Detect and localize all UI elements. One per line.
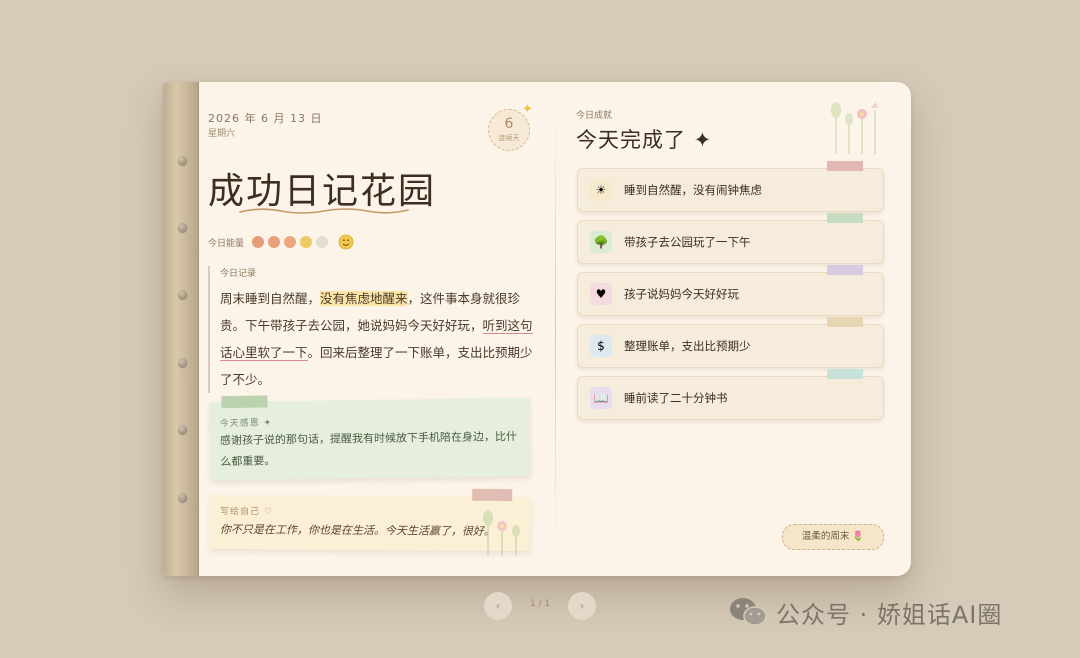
energy-dot[interactable] — [268, 236, 281, 248]
task-text: 睡到自然醒，没有闹钟焦虑 — [624, 183, 762, 197]
record-label: 今日记录 — [220, 269, 257, 279]
wechat-icon — [730, 598, 767, 626]
washi-tape — [472, 488, 513, 501]
task-card[interactable]: 🌳 带孩子去公园玩了一下午 — [577, 213, 884, 264]
left-page: 2026 年 6 月 13 日 星期六 6 连续天 ✦ 成功日记花园 今日能量 — [198, 82, 555, 576]
binder-ring — [178, 358, 187, 367]
diary-date: 2026 年 6 月 13 日 — [208, 112, 323, 125]
gratitude-label: 今天感恩 ✦ — [219, 418, 273, 430]
gratitude-text: 感谢孩子说的那句话，提醒我有时候放下手机陪在身边，比什么都重要。 — [219, 429, 518, 469]
task-text: 孩子说妈妈今天好好玩 — [624, 287, 739, 301]
task-card[interactable]: 📖 睡前读了二十分钟书 — [577, 369, 884, 420]
diary-record: 今日记录 周末睡到自然醒，没有焦虑地醒来，这件事本身就很珍贵。下午带孩子去公园，… — [208, 266, 542, 393]
prev-page-button[interactable]: ‹ — [484, 592, 512, 620]
record-text: 周末睡到自然醒，没有焦虑地醒来，这件事本身就很珍贵。下午带孩子去公园，她说妈妈今… — [220, 285, 542, 393]
watermark-text: 公众号 · 娇姐话AI圈 — [776, 600, 1003, 629]
task-text: 带孩子去公园玩了一下午 — [624, 235, 751, 249]
flower-sprigs-decoration — [483, 510, 520, 556]
washi-tape — [827, 317, 863, 327]
book-icon: 📖 — [590, 387, 612, 409]
highlighted-phrase: 没有焦虑地醒来 — [320, 291, 408, 306]
washi-tape — [221, 395, 268, 409]
energy-label: 今日能量 — [208, 238, 245, 249]
title-underline-squiggle — [239, 208, 409, 214]
watermark: 公众号 · 娇姐话AI圈 — [728, 594, 1002, 630]
money-bag-icon: $ — [590, 335, 612, 357]
weekend-badge: 温柔的周末 🌷 — [782, 524, 884, 550]
streak-count: 6 — [504, 116, 514, 132]
book-spine — [163, 82, 199, 576]
streak-label: 连续天 — [498, 134, 520, 142]
self-note-text: 你不只是在工作，你也是在生活。今天生活赢了，很好。 — [219, 522, 495, 538]
next-page-button[interactable]: › — [568, 592, 596, 620]
self-note-label: 写给自己 ♡ — [220, 506, 274, 518]
diary-weekday: 星期六 — [208, 129, 236, 139]
achievements-label: 今日成就 — [576, 111, 613, 121]
energy-dot[interactable] — [252, 236, 265, 248]
sparkle-icon: ✦ — [522, 102, 533, 117]
tree-icon: 🌳 — [590, 231, 612, 253]
journal-book: 2026 年 6 月 13 日 星期六 6 连续天 ✦ 成功日记花园 今日能量 — [163, 82, 911, 576]
washi-tape — [827, 213, 863, 223]
page-indicator: 1 / 1 — [529, 599, 551, 609]
smiling-face-with-tear-icon — [338, 234, 354, 250]
binder-ring — [178, 156, 187, 165]
binder-ring — [178, 223, 187, 232]
energy-dot[interactable] — [316, 236, 329, 248]
energy-dot[interactable] — [284, 236, 297, 248]
pager: ‹ 1 / 1 › — [484, 592, 596, 620]
task-card[interactable]: ☀ 睡到自然醒，没有闹钟焦虑 — [577, 161, 884, 212]
gratitude-note: 今天感恩 ✦ 感谢孩子说的那句话，提醒我有时候放下手机陪在身边，比什么都重要。 — [209, 395, 531, 481]
plant-sprigs-decoration — [831, 102, 879, 154]
washi-tape — [827, 265, 863, 275]
sun-icon: ☀ — [590, 179, 612, 201]
task-text: 整理账单，支出比预期少 — [624, 339, 751, 353]
task-card[interactable]: $ 整理账单，支出比预期少 — [577, 317, 884, 368]
task-text: 睡前读了二十分钟书 — [624, 391, 728, 405]
washi-tape — [827, 369, 863, 379]
heart-icon: ♥ — [590, 283, 612, 305]
washi-tape — [827, 161, 863, 171]
right-page: 今日成就 今天完成了 ✦ ☀ 睡到自然醒，没有闹钟焦虑 🌳 带孩子去公园玩了一下… — [556, 82, 911, 576]
energy-meter: 今日能量 — [208, 234, 354, 250]
binder-ring — [178, 290, 187, 299]
record-text-part: 周末睡到自然醒， — [220, 291, 321, 306]
page: 2026 年 6 月 13 日 星期六 6 连续天 ✦ 成功日记花园 今日能量 — [0, 0, 1080, 658]
binder-ring — [178, 425, 187, 434]
task-card[interactable]: ♥ 孩子说妈妈今天好好玩 — [577, 265, 884, 316]
achievements-title: 今天完成了 ✦ — [576, 128, 713, 152]
energy-dot[interactable] — [300, 236, 313, 248]
binder-ring — [178, 493, 187, 502]
streak-badge: 6 连续天 ✦ — [488, 102, 533, 151]
